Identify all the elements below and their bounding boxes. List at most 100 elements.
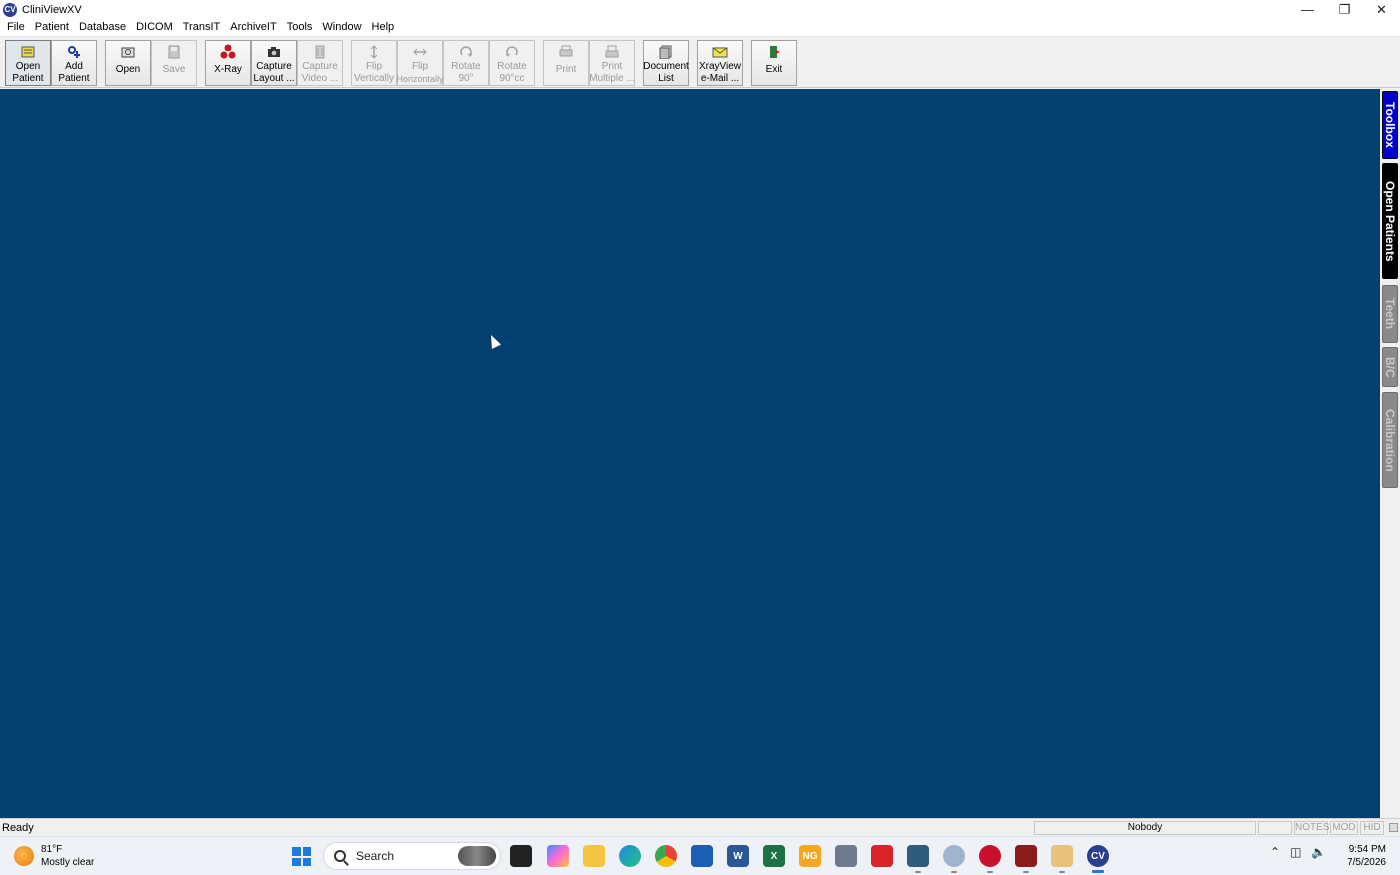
capture-video-button[interactable]: Capture Video ... [297,40,343,86]
save-button[interactable]: Save [151,40,197,86]
tab-open-patients[interactable]: Open Patients [1382,163,1398,279]
xray-label: X-Ray [214,64,242,75]
tooth-app-icon[interactable] [1051,845,1073,873]
status-bar: Ready Nobody NOTES MOD HID [0,818,1400,836]
tab-bc[interactable]: B/C [1382,347,1398,387]
weather-temperature: 81°F [41,844,63,855]
status-mod: MOD [1330,821,1358,835]
network-icon[interactable]: ◫ [1290,845,1301,859]
menu-archiveit[interactable]: ArchiveIT [225,19,281,36]
menu-help[interactable]: Help [367,19,400,36]
save-label: Save [162,64,186,75]
status-empty-pane [1258,821,1292,835]
taskbar-search-box[interactable]: Search [323,842,501,870]
exit-button[interactable]: Exit [751,40,797,86]
menu-file[interactable]: File [2,19,30,36]
chrome-browser-icon[interactable] [655,845,677,867]
capture-video-label-2: Video ... [301,73,339,84]
chat-bubble-icon[interactable] [943,845,965,873]
menu-transit[interactable]: TransIT [178,19,226,36]
clock-time: 9:54 PM [1348,844,1386,855]
tab-toolbox[interactable]: Toolbox [1382,91,1398,159]
open-folder-icon [119,44,137,60]
print-button[interactable]: Print [543,40,589,86]
menu-tools[interactable]: Tools [282,19,318,36]
flip-vertically-button[interactable]: Flip Vertically [351,40,397,86]
flip-horizontally-label-2: Horizontally [396,74,444,84]
taskbar: 81°F Mostly clear Search W X NG CV ⌃ ◫ 🔈… [0,836,1400,875]
xrayview-email-label-1: XrayView [698,61,742,72]
calculator-icon[interactable] [835,845,857,867]
window-title: CliniViewXV [22,3,82,16]
weather-widget[interactable]: 81°F Mostly clear [14,843,94,869]
add-patient-label-1: Add [65,61,83,72]
print-label: Print [555,64,577,75]
copilot-icon[interactable] [547,845,569,867]
weather-moon-icon [14,846,34,866]
document-list-icon [657,44,675,60]
exit-door-icon [765,44,783,60]
side-tab-strip: Toolbox Open Patients Teeth B/C Calibrat… [1380,89,1400,818]
dental-app-red-icon[interactable] [979,845,1001,873]
tab-calibration[interactable]: Calibration [1382,392,1398,488]
ng-app-icon[interactable]: NG [799,845,821,867]
taskbar-clock[interactable]: 9:54 PM 7/5/2026 [1340,843,1386,869]
feather-app-icon[interactable] [1015,845,1037,873]
menu-database[interactable]: Database [74,19,131,36]
open-button[interactable]: Open [105,40,151,86]
document-list-label-1: Document [643,61,689,72]
menu-window[interactable]: Window [317,19,366,36]
print-multiple-label-2: Multiple ... [589,73,635,84]
xrayview-email-button[interactable]: XrayView e-Mail ... [697,40,743,86]
tab-open-patients-label: Open Patients [1383,180,1397,262]
open-patient-icon [19,44,37,60]
rotate-90-button[interactable]: Rotate 90° [443,40,489,86]
task-view-icon[interactable] [510,845,532,867]
capture-layout-label-2: Layout ... [253,73,295,84]
menu-patient[interactable]: Patient [30,19,74,36]
open-patient-label-2: Patient [12,73,44,84]
store-icon[interactable] [691,845,713,867]
restore-button[interactable]: ❐ [1326,0,1363,19]
chevron-up-icon[interactable]: ⌃ [1270,845,1280,859]
file-explorer-icon[interactable] [583,845,605,867]
edge-browser-icon[interactable] [619,845,641,867]
excel-icon[interactable]: X [763,845,785,867]
minimize-button[interactable]: — [1289,0,1326,19]
search-highlight-image [458,846,496,866]
anydesk-icon[interactable] [871,845,893,867]
clock-date: 7/5/2026 [1347,857,1386,868]
status-ready-text: Ready [2,822,34,834]
system-tray: ⌃ ◫ 🔈 [1270,845,1326,859]
start-windows-icon[interactable] [292,847,311,866]
remote-monitor-icon[interactable] [907,845,929,873]
document-list-button[interactable]: Document List [643,40,689,86]
close-button[interactable]: ✕ [1363,0,1400,19]
menu-dicom[interactable]: DICOM [131,19,178,36]
tab-teeth[interactable]: Teeth [1382,285,1398,343]
rotate-90cc-label-2: 90°cc [499,73,525,84]
capture-layout-button[interactable]: Capture Layout ... [251,40,297,86]
add-patient-button[interactable]: Add Patient [51,40,97,86]
open-patient-button[interactable]: Open Patient [5,40,51,86]
rotate-clockwise-icon [457,44,475,60]
print-multiple-button[interactable]: Print Multiple ... [589,40,635,86]
xray-button[interactable]: X-Ray [205,40,251,86]
capture-layout-label-1: Capture [256,61,292,72]
document-list-label-2: List [658,73,674,84]
add-patient-icon [65,44,83,60]
tab-toolbox-label: Toolbox [1383,102,1397,148]
capture-video-label-1: Capture [302,61,338,72]
volume-icon[interactable]: 🔈 [1311,845,1326,859]
word-icon[interactable]: W [727,845,749,867]
camera-icon [265,44,283,60]
resize-grip-icon[interactable] [1389,823,1398,832]
flip-horizontally-label-1: Flip [411,61,429,72]
tab-calibration-label: Calibration [1383,408,1397,472]
rotate-90cc-button[interactable]: Rotate 90°cc [489,40,535,86]
rotate-90-label-1: Rotate [451,61,481,72]
weather-condition: Mostly clear [41,857,95,868]
flip-horizontally-button[interactable]: Flip Horizontally [396,40,444,86]
cliniview-taskbar-icon[interactable]: CV [1087,845,1109,873]
workspace-area[interactable] [0,89,1380,818]
